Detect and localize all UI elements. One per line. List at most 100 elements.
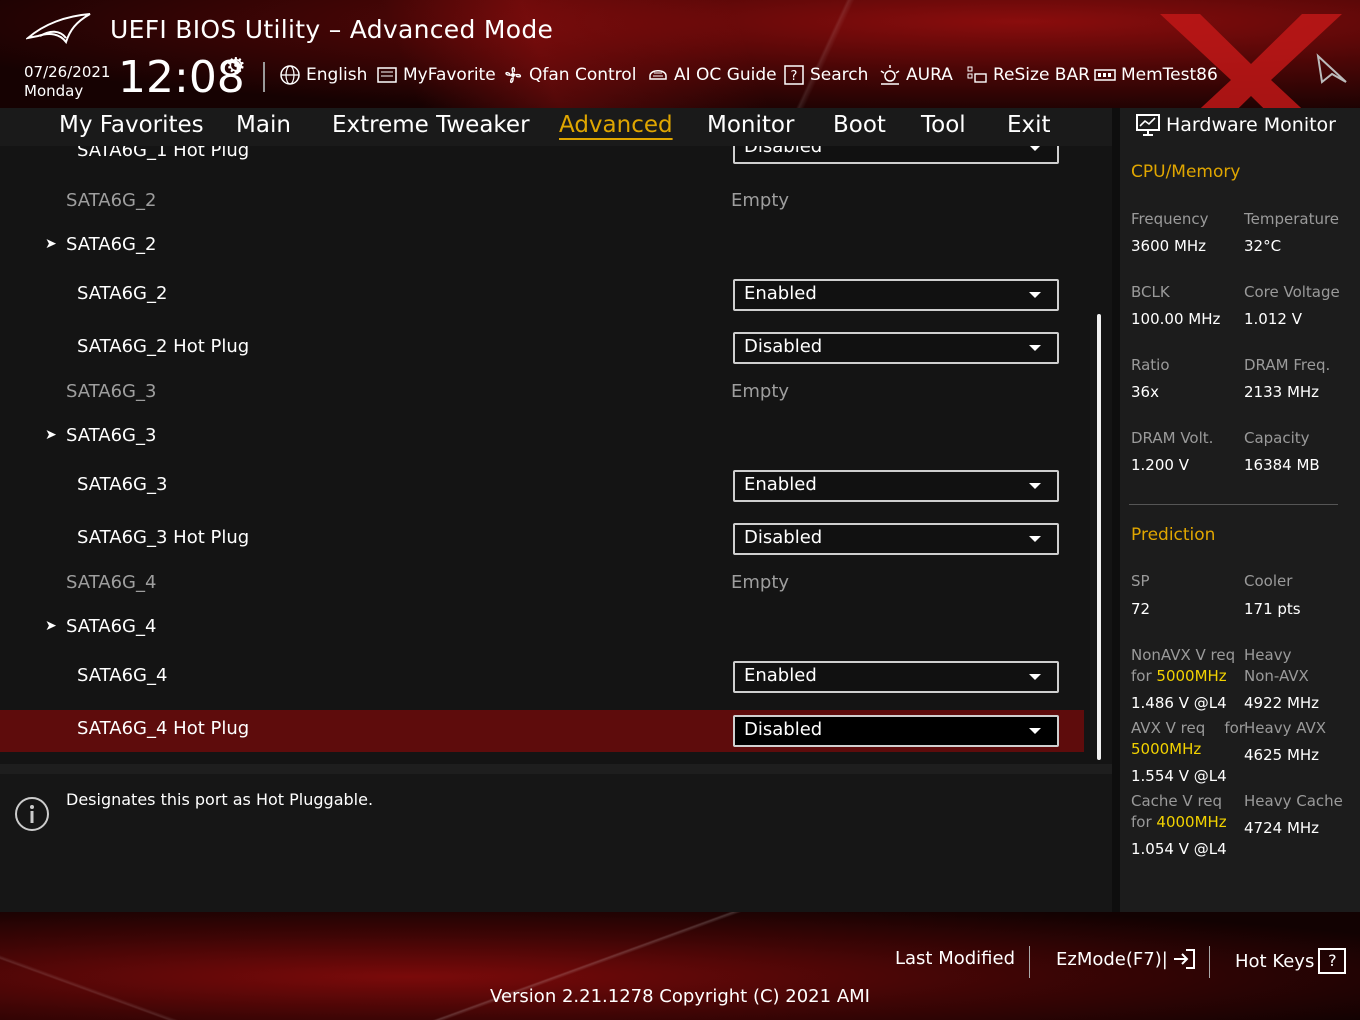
setting-row[interactable]: SATA6G_2 Hot Plug Disabled <box>0 327 1084 371</box>
setting-row[interactable]: SATA6G_3 Hot Plug Disabled <box>0 518 1084 562</box>
cooler-value: 171 pts <box>1244 600 1301 618</box>
setting-label: SATA6G_4 Hot Plug <box>77 718 250 739</box>
heavy-cache-label: Heavy Cache <box>1244 792 1343 810</box>
cache-label: Cache V req for 4000MHz <box>1131 792 1227 831</box>
tab-tool[interactable]: Tool <box>921 112 966 138</box>
setting-label: SATA6G_1 Hot Plug <box>77 146 250 161</box>
date-display: 07/26/2021 <box>24 63 111 81</box>
search-icon: ? <box>784 65 804 85</box>
memtest-icon <box>1094 69 1116 81</box>
setting-dropdown[interactable]: Enabled <box>733 279 1059 311</box>
setting-info-row: SATA6G_2 Empty <box>0 186 1084 218</box>
scrollbar[interactable] <box>1097 314 1101 760</box>
cooler-label: Cooler <box>1244 572 1293 590</box>
setting-info-row: SATA6G_3 Empty <box>0 377 1084 409</box>
setting-dropdown[interactable]: Enabled <box>733 661 1059 693</box>
monitor-icon <box>1136 114 1160 136</box>
language-button[interactable]: English <box>279 63 367 87</box>
hot-keys-label: Hot Keys <box>1235 950 1315 972</box>
setting-label: SATA6G_4 <box>77 665 168 686</box>
frequency-label: Frequency <box>1131 210 1209 228</box>
sp-label: SP <box>1131 572 1150 590</box>
dram-volt-value: 1.200 V <box>1131 456 1189 474</box>
help-divider <box>0 764 1112 774</box>
capacity-label: Capacity <box>1244 429 1310 447</box>
setting-label: SATA6G_2 <box>77 283 168 304</box>
submenu-label: SATA6G_3 <box>66 425 157 446</box>
nonavx-label: NonAVX V req for 5000MHz <box>1131 646 1236 685</box>
setting-row[interactable]: SATA6G_2 Enabled <box>0 274 1084 318</box>
tab-advanced[interactable]: Advanced <box>559 112 673 138</box>
header-bar: UEFI BIOS Utility – Advanced Mode 07/26/… <box>0 0 1360 108</box>
myfavorite-button[interactable]: MyFavorite <box>376 63 496 87</box>
heavy-cache-value: 4724 MHz <box>1244 819 1320 837</box>
ai-icon <box>649 70 667 80</box>
last-modified-button[interactable]: Last Modified <box>895 948 1015 969</box>
submenu-arrow-icon: ➤ <box>45 427 57 443</box>
tab-my-favorites[interactable]: My Favorites <box>59 112 204 138</box>
setting-label: SATA6G_2 Hot Plug <box>77 336 250 357</box>
chevron-down-icon <box>1029 674 1041 680</box>
svg-text:?: ? <box>791 69 798 84</box>
gear-icon[interactable]: ⚙ <box>226 54 246 79</box>
rog-logo-icon <box>26 13 91 45</box>
setting-dropdown[interactable]: Disabled <box>733 715 1059 747</box>
bclk-value: 100.00 MHz <box>1131 310 1221 328</box>
hot-keys-button[interactable]: Hot Keys ? <box>1235 948 1347 974</box>
qfan-control-label: Qfan Control <box>529 65 637 85</box>
pointer-icon <box>1316 53 1347 84</box>
submenu-row[interactable]: ➤ SATA6G_4 <box>0 612 1084 644</box>
dropdown-value: Disabled <box>744 336 823 357</box>
setting-dropdown[interactable]: Disabled <box>733 523 1059 555</box>
tab-main[interactable]: Main <box>236 112 291 138</box>
heavy-nonavx-value: 4922 MHz <box>1244 694 1320 712</box>
tab-boot[interactable]: Boot <box>833 112 886 138</box>
setting-dropdown[interactable]: Enabled <box>733 470 1059 502</box>
dram-freq-value: 2133 MHz <box>1244 383 1320 401</box>
section-divider <box>1129 504 1338 505</box>
tab-exit[interactable]: Exit <box>1007 112 1051 138</box>
ratio-label: Ratio <box>1131 356 1170 374</box>
aura-button[interactable]: AURA <box>879 63 953 87</box>
setting-row[interactable]: SATA6G_3 Enabled <box>0 465 1084 509</box>
day-display: Monday <box>24 82 84 100</box>
myfavorite-label: MyFavorite <box>403 65 496 85</box>
setting-value: Empty <box>731 381 790 402</box>
hardware-monitor-title: Hardware Monitor <box>1136 114 1336 136</box>
search-label: Search <box>810 65 869 85</box>
heavy-avx-value: 4625 MHz <box>1244 746 1320 764</box>
nonavx-freq: 5000MHz <box>1156 667 1227 685</box>
globe-icon <box>280 65 300 85</box>
setting-row-selected[interactable]: SATA6G_4 Hot Plug Disabled <box>0 710 1084 752</box>
ezmode-button[interactable]: EzMode(F7)| <box>1056 948 1196 970</box>
resize-bar-button[interactable]: ReSize BAR <box>966 63 1090 87</box>
setting-dropdown[interactable]: Disabled <box>733 332 1059 364</box>
setting-label: SATA6G_4 <box>66 572 157 593</box>
tab-monitor[interactable]: Monitor <box>707 112 794 138</box>
submenu-label: SATA6G_2 <box>66 234 157 255</box>
qfan-control-button[interactable]: Qfan Control <box>502 63 636 87</box>
setting-value: Empty <box>731 572 790 593</box>
submenu-row[interactable]: ➤ SATA6G_2 <box>0 230 1084 262</box>
dropdown-value: Disabled <box>744 719 823 740</box>
tab-extreme-tweaker[interactable]: Extreme Tweaker <box>332 112 530 138</box>
footer-divider <box>1029 946 1030 978</box>
resize-bar-label: ReSize BAR <box>993 65 1090 85</box>
submenu-row[interactable]: ➤ SATA6G_3 <box>0 421 1084 453</box>
ai-oc-guide-button[interactable]: AI OC Guide <box>647 63 777 87</box>
chevron-down-icon <box>1029 536 1041 542</box>
avx-freq: 5000MHz <box>1131 740 1202 758</box>
version-text: Version 2.21.1278 Copyright (C) 2021 AMI <box>490 986 870 1007</box>
chevron-down-icon <box>1029 146 1041 151</box>
setting-row[interactable]: SATA6G_4 Enabled <box>0 656 1084 700</box>
submenu-label: SATA6G_4 <box>66 616 157 637</box>
avx-value: 1.554 V @L4 <box>1131 767 1227 785</box>
help-panel: Designates this port as Hot Pluggable. <box>0 774 1112 912</box>
temperature-label: Temperature <box>1244 210 1340 228</box>
search-button[interactable]: ? Search <box>783 63 868 87</box>
capacity-value: 16384 MB <box>1244 456 1320 474</box>
aura-icon <box>880 65 900 85</box>
settings-list: SATA6G_1 Hot Plug Disabled SATA6G_2 Empt… <box>0 146 1112 764</box>
setting-dropdown[interactable]: Disabled <box>733 146 1059 164</box>
setting-row[interactable]: SATA6G_1 Hot Plug Disabled <box>0 146 1084 172</box>
